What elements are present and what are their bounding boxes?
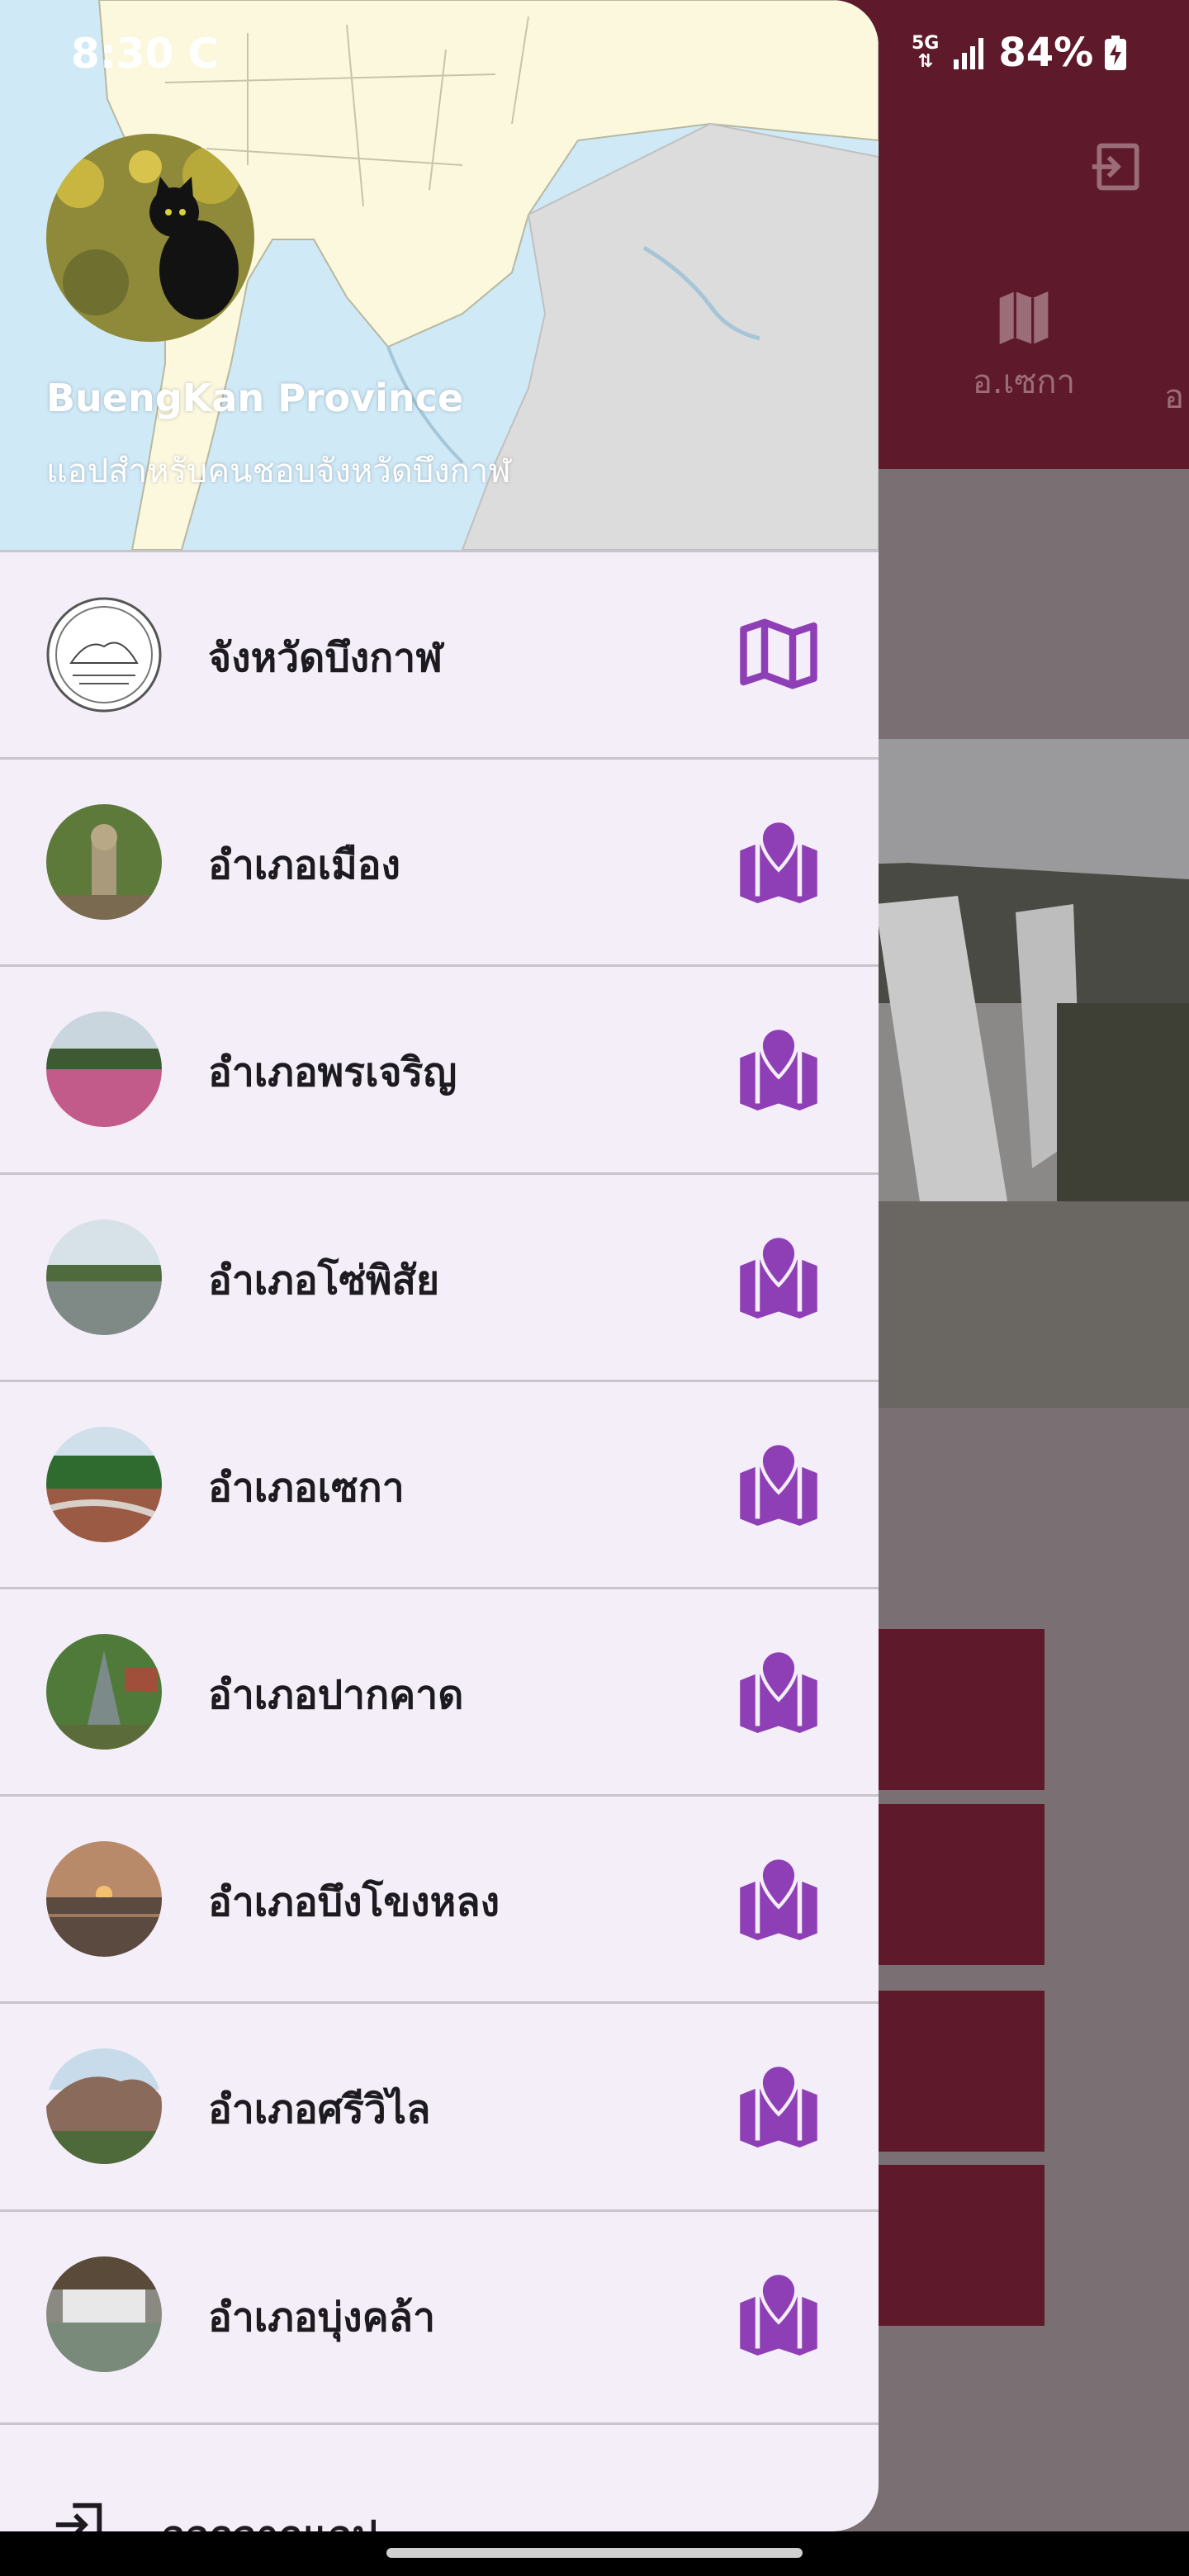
tab-label: อ.เซกา xyxy=(972,363,1076,401)
bueng-khong-long-thumbnail xyxy=(46,1841,162,1957)
map-pin-icon[interactable] xyxy=(737,1442,821,1526)
cat-photo xyxy=(46,134,254,342)
status-icons: 5G ⇅ 84% xyxy=(912,30,1127,76)
map-outline-icon[interactable] xyxy=(737,612,821,696)
map-pin-icon[interactable] xyxy=(737,1026,821,1110)
map-pin-icon[interactable] xyxy=(737,1856,821,1940)
menu-item-so-phisai[interactable]: อำเภอโซ่พิสัย xyxy=(0,1172,879,1379)
pak-khat-thumbnail xyxy=(46,1634,162,1750)
menu-item-bung-khla[interactable]: อำเภอบุ่งคล้า xyxy=(0,2209,879,2416)
map-pin-icon[interactable] xyxy=(737,819,821,903)
logout-item[interactable]: ออกจากแอป xyxy=(0,2422,879,2531)
bung-khla-thumbnail xyxy=(46,2256,162,2372)
map-pin-icon[interactable] xyxy=(737,1649,821,1733)
menu-item-phon-charoen[interactable]: อำเภอพรเจริญ xyxy=(0,964,879,1171)
menu-item-province[interactable]: จังหวัดบึงกาฬ xyxy=(0,550,879,756)
map-pin-icon[interactable] xyxy=(737,2063,821,2147)
menu-item-label: อำเภอบึงโขงหลง xyxy=(208,1879,500,1925)
menu-item-label: อำเภอบุ่งคล้า xyxy=(208,2294,436,2341)
seka-thumbnail xyxy=(46,1427,162,1542)
app-subtitle: แอปสำหรับคนชอบจังหวัดบึงกาฬ xyxy=(46,452,511,490)
map-pin-icon[interactable] xyxy=(737,1234,821,1319)
menu-item-label: อำเภอเมือง xyxy=(208,842,400,888)
avatar[interactable] xyxy=(46,134,254,342)
tab-sekha[interactable]: อ.เซกา xyxy=(958,289,1090,421)
menu-item-label: อำเภอศรีวิไล xyxy=(208,2086,431,2133)
tab-next-label[interactable]: อ xyxy=(1164,370,1184,423)
menu-item-si-wilai[interactable]: อำเภอศรีวิไล xyxy=(0,2001,879,2208)
mueang-thumbnail xyxy=(46,804,162,920)
menu-item-bueng-khong-long[interactable]: อำเภอบึงโขงหลง xyxy=(0,1794,879,2001)
home-indicator[interactable] xyxy=(386,2548,803,2558)
menu-item-label: จังหวัดบึงกาฬ xyxy=(208,635,443,681)
menu-item-label: อำเภอพรเจริญ xyxy=(208,1049,457,1096)
province-seal xyxy=(46,597,162,713)
navigation-drawer: BuengKan Province แอปสำหรับคนชอบจังหวัดบ… xyxy=(0,0,879,2531)
logout-label: ออกจากแอป xyxy=(162,2504,377,2531)
battery-charging-icon xyxy=(1105,36,1127,70)
si-wilai-thumbnail xyxy=(46,2048,162,2164)
battery-percent: 84% xyxy=(998,30,1094,76)
network-5g-icon: 5G ⇅ xyxy=(912,33,940,72)
menu-item-label: อำเภอเซกา xyxy=(208,1465,405,1511)
status-time: 8:30 C xyxy=(71,30,219,78)
so-phisai-thumbnail xyxy=(46,1219,162,1335)
menu-item-label: อำเภอโซ่พิสัย xyxy=(208,1257,440,1304)
map-pin-icon[interactable] xyxy=(737,2271,821,2356)
signal-icon xyxy=(954,38,984,69)
app-name: BuengKan Province xyxy=(46,376,464,420)
phon-charoen-thumbnail xyxy=(46,1011,162,1127)
menu-item-pak-khat[interactable]: อำเภอปากคาด xyxy=(0,1587,879,1793)
menu-item-seka[interactable]: อำเภอเซกา xyxy=(0,1380,879,1586)
logout-icon xyxy=(55,2503,102,2531)
exit-icon[interactable] xyxy=(1090,139,1146,195)
drawer-header: BuengKan Province แอปสำหรับคนชอบจังหวัดบ… xyxy=(0,0,879,550)
menu-item-label: อำเภอปากคาด xyxy=(208,1672,464,1718)
menu-item-mueang[interactable]: อำเภอเมือง xyxy=(0,757,879,964)
map-icon xyxy=(999,291,1049,344)
